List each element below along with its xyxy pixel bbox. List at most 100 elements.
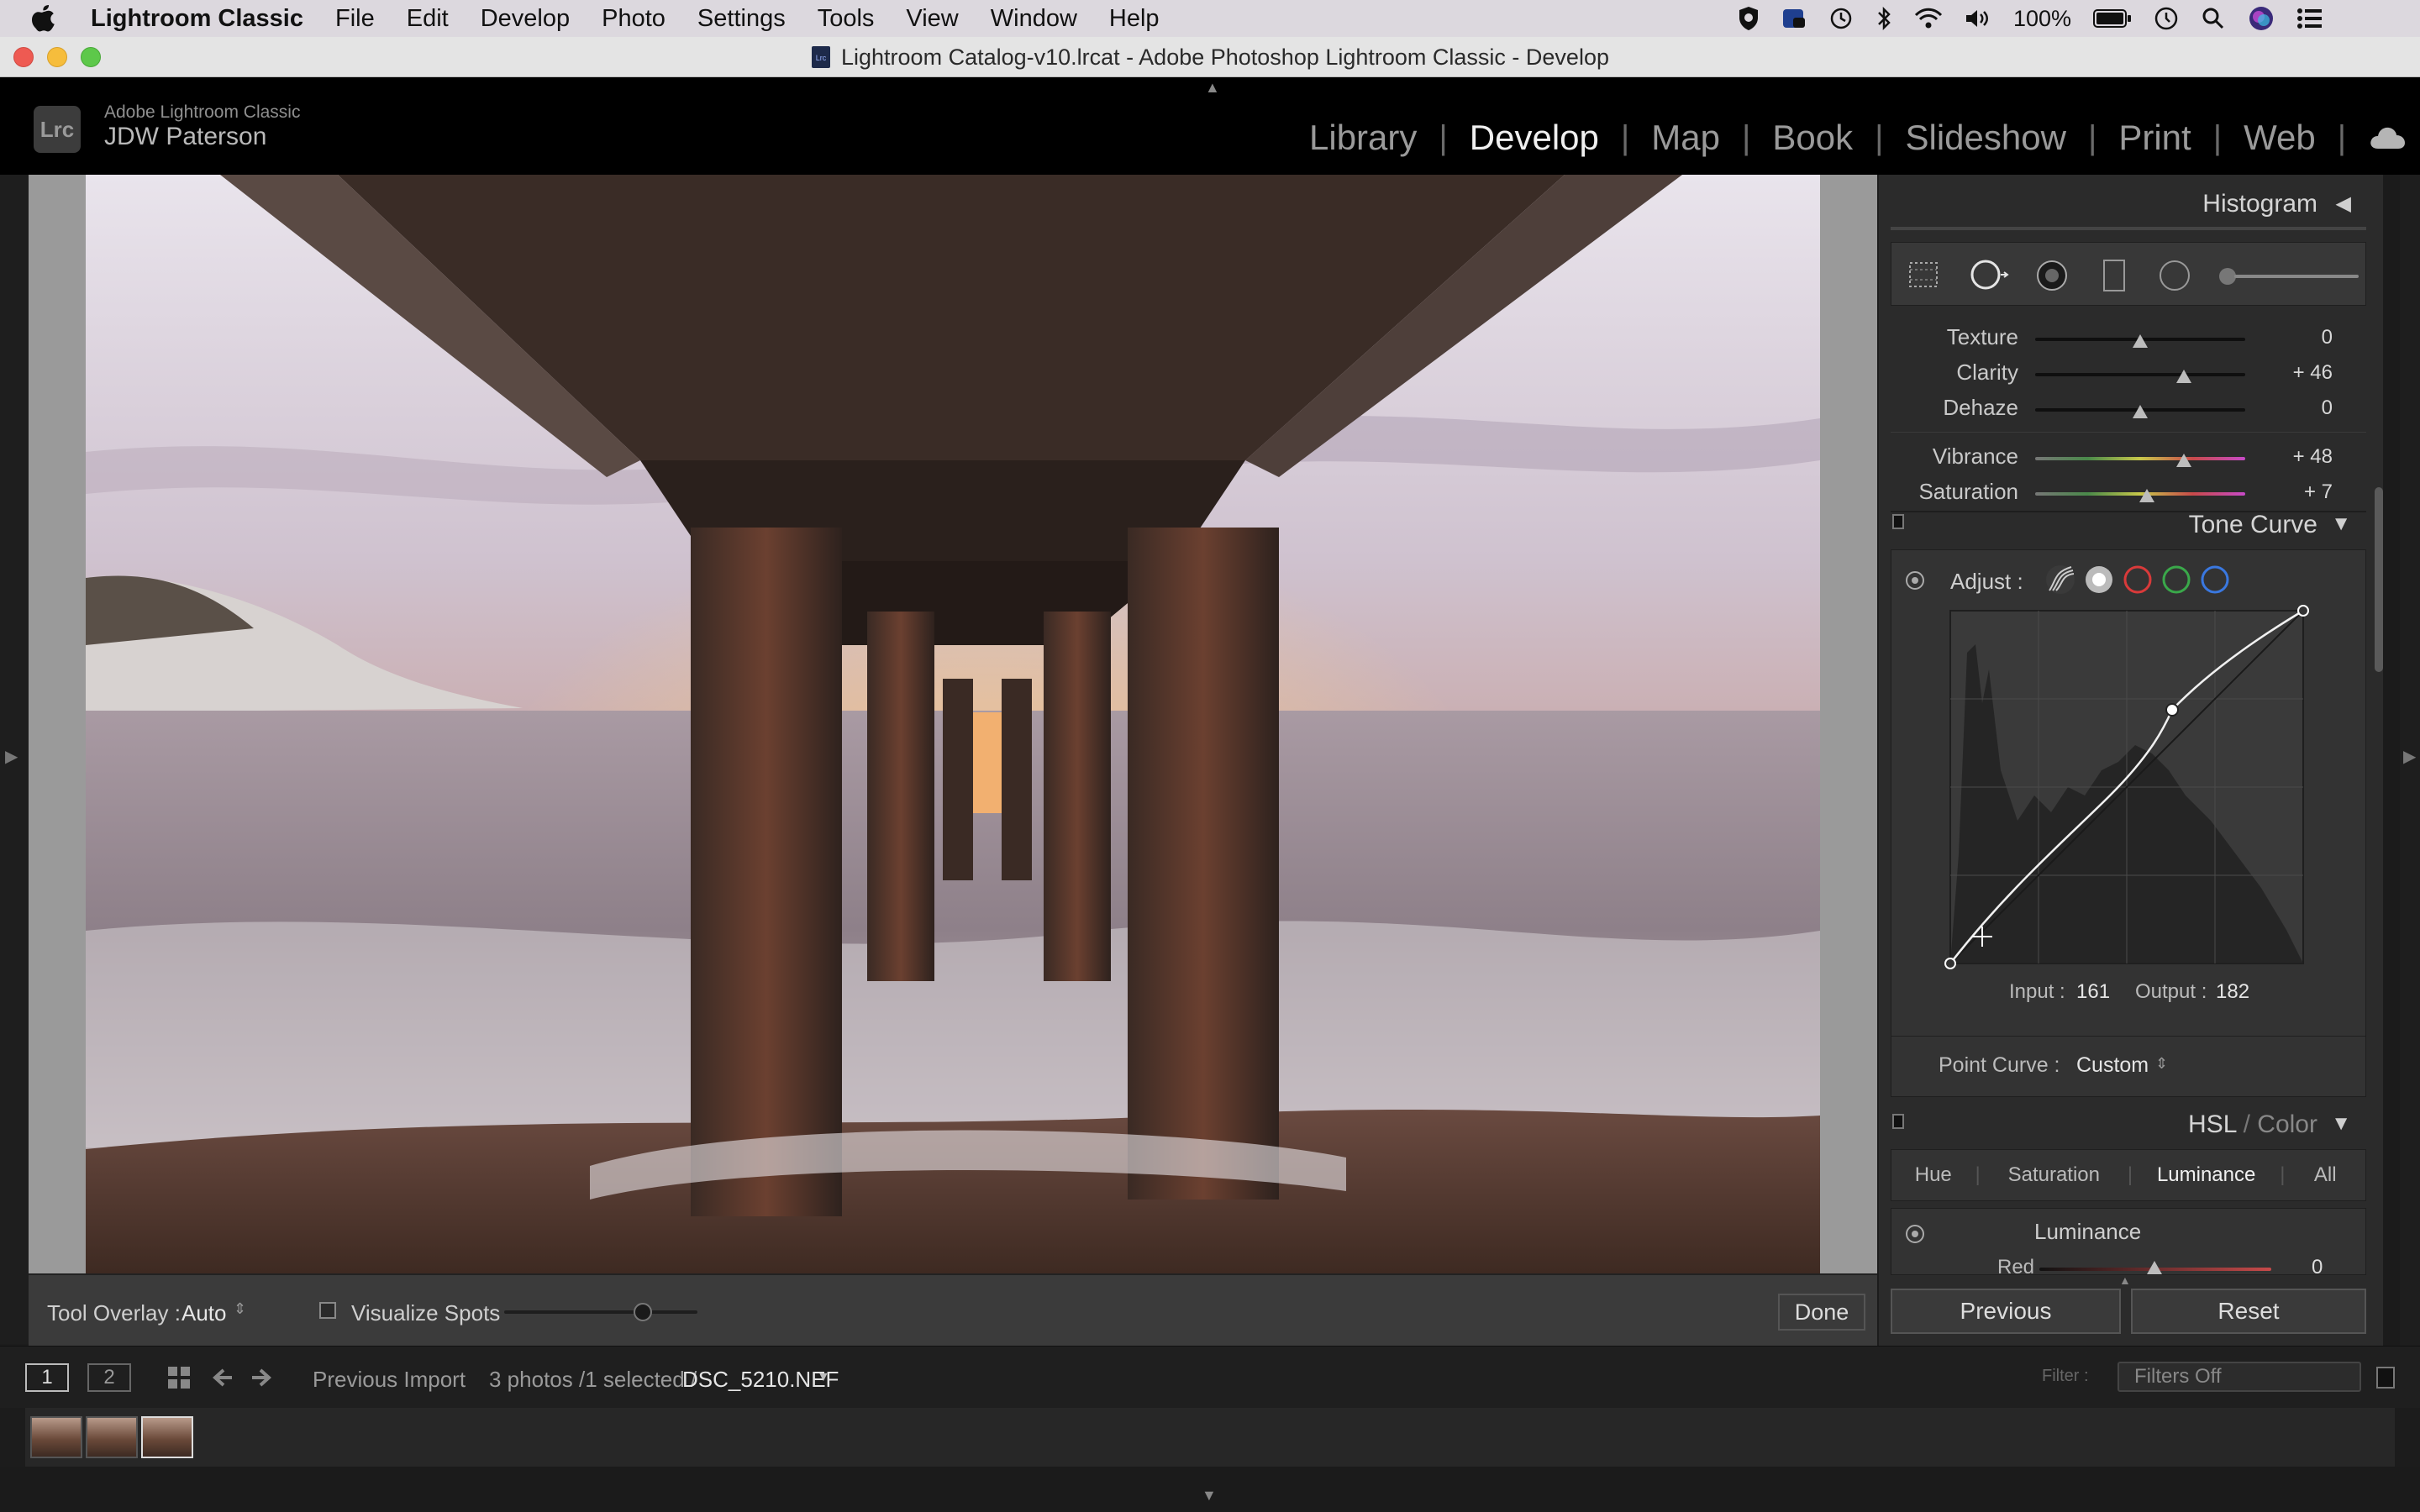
hsl-target-adjustment-icon[interactable] [1903,1222,1927,1246]
tab-hue[interactable]: Hue [1891,1163,1975,1187]
point-curve-chevron-icon[interactable]: ⇕ [2155,1055,2168,1073]
done-button[interactable]: Done [1778,1294,1865,1331]
module-book[interactable]: Book [1772,118,1853,158]
target-adjustment-icon[interactable] [1903,569,1927,592]
menu-develop[interactable]: Develop [481,5,570,33]
clock-icon[interactable] [2154,6,2179,31]
visualize-spots-slider[interactable] [504,1310,697,1314]
menu-window[interactable]: Window [991,5,1077,33]
hsl-header[interactable]: HSL / Color [2188,1110,2317,1139]
saturation-value[interactable]: + 7 [2265,480,2333,504]
graduated-filter-icon[interactable] [2102,258,2127,293]
filter-lock-switch[interactable] [2376,1367,2395,1389]
previous-button[interactable]: Previous [1891,1289,2121,1334]
tool-overlay-chevron-icon[interactable]: ⇕ [234,1300,246,1318]
module-slideshow[interactable]: Slideshow [1906,118,2066,158]
left-panel-toggle-icon[interactable]: ▶ [5,746,18,767]
back-arrow-icon[interactable] [210,1365,235,1390]
volume-icon[interactable] [1965,8,1991,29]
filename-dropdown-icon[interactable]: ▼ [817,1370,830,1385]
adjustment-brush-icon[interactable] [2217,266,2360,286]
red-luminance-knob[interactable] [2147,1261,2162,1274]
tone-curve-toggle-switch[interactable] [1892,514,1904,529]
tab-all[interactable]: All [2285,1163,2365,1187]
tab-saturation[interactable]: Saturation [1981,1163,2128,1187]
menu-help[interactable]: Help [1109,5,1160,33]
menu-file[interactable]: File [335,5,375,33]
clarity-slider[interactable] [2035,373,2245,376]
blue-channel-icon[interactable] [2199,564,2231,596]
module-library[interactable]: Library [1309,118,1417,158]
dehaze-knob[interactable] [2133,405,2148,418]
hsl-toggle-switch[interactable] [1892,1114,1904,1129]
histogram-header[interactable]: Histogram [2202,190,2317,218]
tool-overlay-select[interactable]: Auto [182,1300,227,1326]
visualize-spots-checkbox[interactable] [319,1302,336,1319]
dehaze-value[interactable]: 0 [2265,396,2333,420]
filmstrip-toggle-icon[interactable]: ▼ [1202,1487,1217,1504]
spot-removal-icon[interactable] [1969,258,2009,291]
vibrance-slider[interactable] [2035,457,2245,460]
menu-view[interactable]: View [906,5,958,33]
top-panel-toggle-icon[interactable]: ▲ [1205,79,1220,97]
parametric-curve-icon[interactable] [2044,564,2076,596]
menu-photo[interactable]: Photo [602,5,666,33]
clarity-knob[interactable] [2176,370,2191,383]
selected-filename[interactable]: DSC_5210.NEF [682,1367,839,1393]
module-map[interactable]: Map [1651,118,1720,158]
forward-arrow-icon[interactable] [249,1365,274,1390]
menu-edit[interactable]: Edit [407,5,449,33]
module-print[interactable]: Print [2118,118,2191,158]
secondary-window-button[interactable]: 2 [87,1363,131,1392]
red-eye-icon[interactable] [2034,258,2070,293]
saturation-knob[interactable] [2139,489,2154,502]
right-panel-toggle-icon[interactable]: ▶ [2403,746,2416,767]
clarity-value[interactable]: + 46 [2265,361,2333,385]
filters-select-value[interactable]: Filters Off [2134,1365,2222,1388]
control-center-icon[interactable] [2296,8,2323,29]
wifi-icon[interactable] [1914,8,1943,29]
filmstrip-thumbnail[interactable] [86,1416,138,1458]
cloud-icon[interactable] [2368,125,2407,150]
menu-settings[interactable]: Settings [697,5,786,33]
curve-point-white[interactable] [2297,605,2309,617]
vibrance-value[interactable]: + 48 [2265,445,2333,469]
bluetooth-icon[interactable] [1876,6,1892,31]
visualize-spots-slider-knob[interactable] [634,1303,652,1321]
vibrance-knob[interactable] [2176,454,2191,467]
tone-curve-graph[interactable] [1942,602,2312,972]
filters-select[interactable]: Filters Off [2118,1362,2361,1392]
shield-icon[interactable] [1738,6,1760,31]
module-develop[interactable]: Develop [1470,118,1599,158]
tone-curve-header[interactable]: Tone Curve [2189,511,2317,539]
module-web[interactable]: Web [2244,118,2316,158]
texture-value[interactable]: 0 [2265,326,2333,349]
search-icon[interactable] [2201,6,2226,31]
hsl-header-title[interactable]: HSL [2188,1110,2236,1138]
right-panel-scroll-thumb[interactable] [2375,487,2383,672]
right-panel-scrollbar[interactable] [2383,175,2400,1346]
curve-point-black[interactable] [1944,958,1956,969]
texture-knob[interactable] [2133,334,2148,348]
red-channel-icon[interactable] [2122,564,2154,596]
battery-icon[interactable] [2093,8,2132,29]
time-machine-icon[interactable] [1828,6,1854,31]
crop-icon[interactable] [1907,260,1940,290]
photo-under-pier[interactable] [86,175,1820,1273]
green-channel-icon[interactable] [2160,564,2192,596]
hsl-collapse-icon[interactable]: ▼ [2331,1112,2351,1136]
reset-button[interactable]: Reset [2131,1289,2366,1334]
radial-filter-icon[interactable] [2157,258,2192,293]
filmstrip-thumbnail[interactable] [30,1416,82,1458]
siri-icon[interactable] [2248,5,2275,32]
app-icon[interactable] [1781,6,1807,31]
histogram-collapse-icon[interactable]: ◀ [2336,192,2351,216]
primary-window-button[interactable]: 1 [25,1363,69,1392]
menu-app-name[interactable]: Lightroom Classic [91,5,303,33]
color-header-title[interactable]: Color [2257,1110,2317,1138]
filmstrip-source[interactable]: Previous Import [313,1367,466,1393]
red-luminance-value[interactable]: 0 [2312,1256,2323,1274]
curve-point-mid[interactable] [2165,703,2179,717]
grid-view-icon[interactable] [166,1365,192,1390]
point-curve-select[interactable]: Custom [2076,1053,2149,1078]
